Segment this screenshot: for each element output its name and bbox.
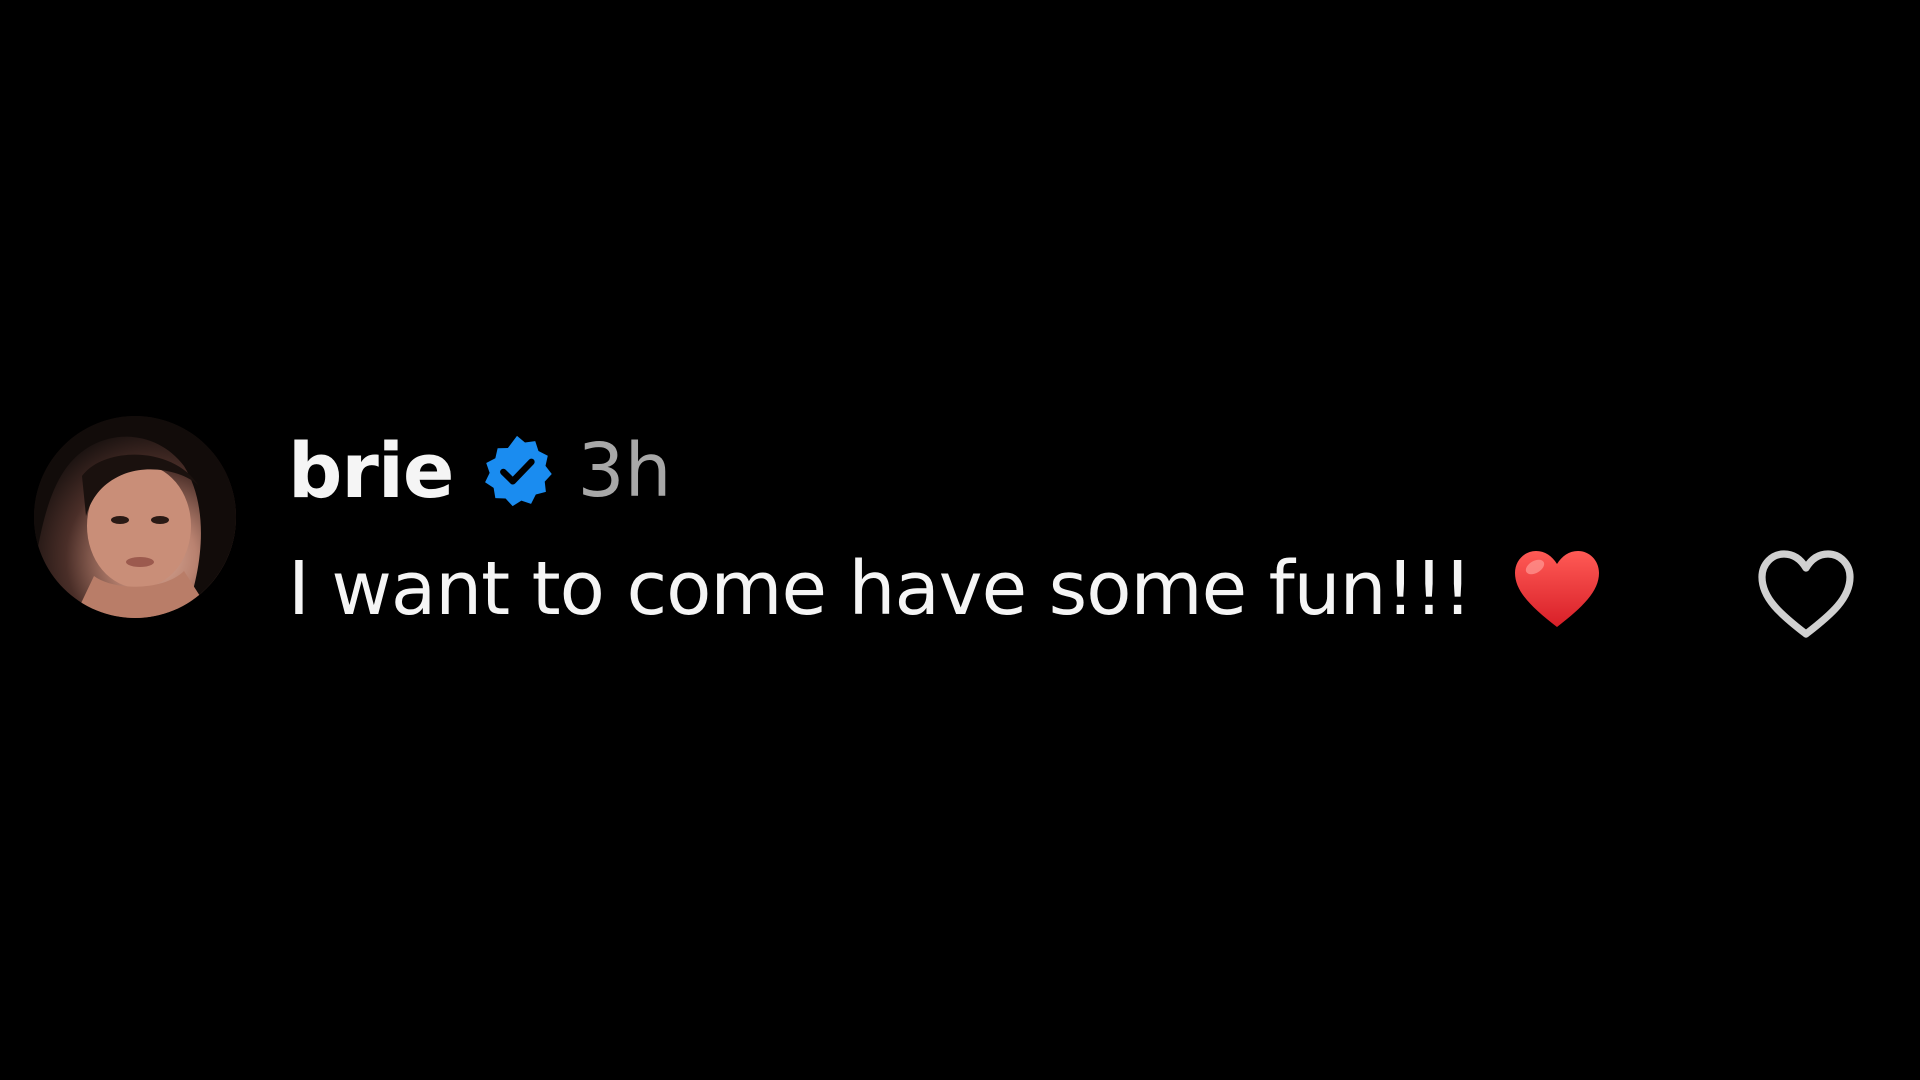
red-heart-emoji-icon	[1511, 547, 1603, 631]
avatar[interactable]	[34, 416, 236, 618]
comment-timestamp: 3h	[577, 428, 672, 514]
comment-header: brie 3h	[288, 416, 671, 526]
comment-body: I want to come have some fun!!!	[288, 534, 1603, 644]
verified-badge-icon	[479, 433, 555, 509]
username[interactable]: brie	[288, 433, 454, 509]
like-button[interactable]	[1754, 546, 1858, 642]
comment-text: I want to come have some fun!!!	[288, 546, 1472, 632]
comment-screen: brie 3h I want to come have some fun!!!	[0, 0, 1920, 1080]
comment-item: brie 3h I want to come have some fun!!!	[34, 416, 1886, 638]
avatar-photo	[34, 416, 236, 618]
heart-outline-icon	[1758, 550, 1854, 638]
